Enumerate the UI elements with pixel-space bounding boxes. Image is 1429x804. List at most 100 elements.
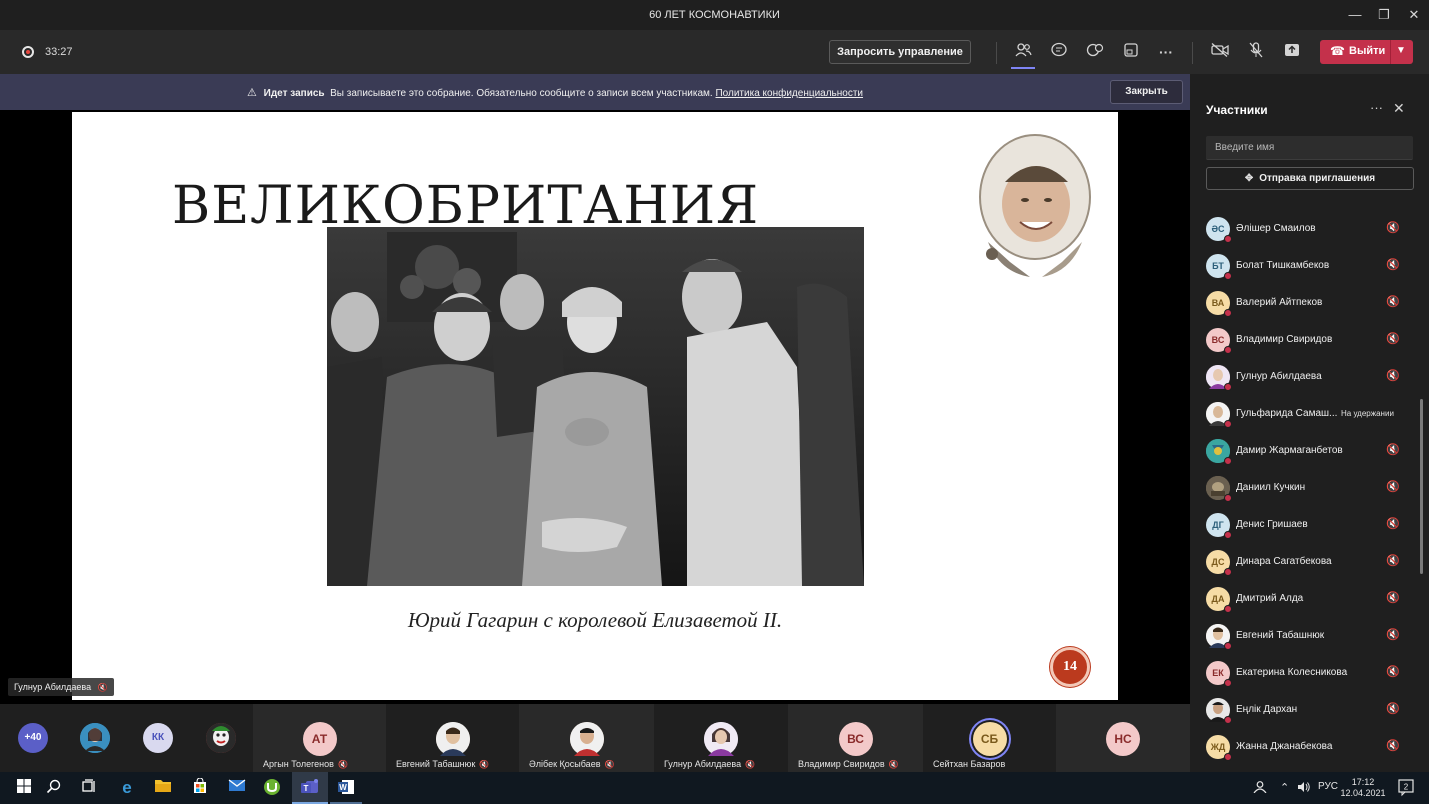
participant-row[interactable]: ВС Владимир Свиридов 🔇	[1190, 322, 1429, 359]
file-explorer-icon[interactable]	[153, 778, 173, 798]
presentation-slide: ВЕЛИКОБРИТАНИЯ Юрий Гагарин с королевой …	[72, 112, 1118, 700]
recording-message: ⚠ Идет запись Вы записываете это собрани…	[0, 86, 1110, 99]
mic-off-icon: 🔇	[1386, 666, 1400, 678]
recording-icon	[22, 46, 34, 58]
mic-off-icon: 🔇	[1386, 444, 1400, 456]
participant-name: Владимир Свиридов 🔇	[798, 759, 899, 769]
participant-row[interactable]: ЖД Жанна Джанабекова 🔇	[1190, 729, 1429, 766]
participant-row[interactable]: ВА Валерий Айтпеков 🔇	[1190, 285, 1429, 322]
clock-time: 17:12	[1351, 777, 1375, 787]
show-hidden-icons[interactable]: ⌃	[1280, 781, 1289, 794]
participant-row[interactable]: Дамир Жармаганбетов 🔇	[1190, 433, 1429, 470]
word-icon[interactable]: W	[336, 778, 356, 798]
recording-title: Идет запись	[263, 88, 325, 99]
system-clock[interactable]: 17:12 12.04.2021	[1338, 777, 1388, 799]
participant-row[interactable]: Даниил Кучкин 🔇	[1190, 470, 1429, 507]
title-bar: 60 ЛЕТ КОСМОНАВТИКИ — ❐ ✕	[0, 0, 1429, 30]
share-icon[interactable]	[1282, 42, 1302, 62]
participant-tile[interactable]: Гулнур Абилдаева 🔇	[654, 704, 788, 772]
participant-row[interactable]: ЕК Екатерина Колесникова 🔇	[1190, 655, 1429, 692]
participant-name: Евгений Табашнюк 🔇	[396, 759, 490, 769]
teams-icon[interactable]: T	[300, 778, 320, 798]
participant-tile[interactable]: Евгений Табашнюк 🔇	[386, 704, 519, 772]
privacy-policy-link[interactable]: Политика конфиденциальности	[715, 88, 863, 99]
mic-off-icon[interactable]	[1246, 42, 1266, 62]
participant-name: Дамир Жармаганбетов	[1236, 445, 1343, 456]
participant-avatar: НС	[1106, 722, 1140, 756]
volume-icon[interactable]	[1297, 781, 1311, 796]
participant-tile-speaking[interactable]: СБ Сейтхан Базаров	[923, 704, 1056, 772]
participant-row[interactable]: ДГ Денис Гришаев 🔇	[1190, 507, 1429, 544]
language-indicator[interactable]: РУС	[1318, 781, 1338, 792]
overflow-participants-count[interactable]: +40	[18, 723, 48, 753]
slide-page-number: 14	[1050, 647, 1090, 687]
participant-tile[interactable]: НС	[1056, 704, 1190, 772]
people-icon[interactable]	[1013, 42, 1033, 62]
chevron-down-icon[interactable]: ▼	[1396, 45, 1406, 56]
camera-off-icon[interactable]	[1210, 42, 1230, 62]
windows-start-icon[interactable]	[14, 778, 34, 798]
participant-avatar: ВС	[838, 722, 873, 756]
participant-row[interactable]: Еңлік Дархан 🔇	[1190, 692, 1429, 729]
send-invite-button[interactable]: ✥ Отправка приглашения	[1206, 167, 1414, 190]
participant-row[interactable]: ДС Динара Сагатбекова 🔇	[1190, 544, 1429, 581]
close-banner-button[interactable]: Закрыть	[1110, 80, 1183, 104]
mic-off-icon: 🔇	[1386, 703, 1400, 715]
panel-title: Участники	[1206, 103, 1268, 117]
recording-banner: ⚠ Идет запись Вы записываете это собрани…	[0, 74, 1190, 110]
mic-off-icon: 🔇	[1386, 518, 1400, 530]
participant-row[interactable]: Гулнур Абилдаева 🔇	[1190, 359, 1429, 396]
mic-off-icon: 🔇	[1386, 259, 1400, 271]
participant-list-scrollbar[interactable]	[1420, 399, 1423, 574]
toolbar-divider	[1192, 42, 1193, 64]
search-icon[interactable]	[44, 778, 64, 798]
participant-row[interactable]: БТ Болат Тишкамбеков 🔇	[1190, 248, 1429, 285]
participant-tile[interactable]: ВС Владимир Свиридов 🔇	[788, 704, 923, 772]
more-icon[interactable]: ···	[1156, 42, 1176, 62]
presenter-name: Гулнур Абилдаева	[14, 682, 92, 692]
more-options-icon[interactable]: ···	[1370, 100, 1383, 115]
participants-panel: Участники ··· ✕ ✥ Отправка приглашения ӘС…	[1190, 74, 1429, 772]
participant-name: Динара Сагатбекова	[1236, 556, 1332, 567]
participant-avatar: ЖД	[1206, 735, 1232, 761]
mail-icon[interactable]	[227, 778, 247, 798]
presenter-name-tag: Гулнур Абилдаева 🔇	[8, 678, 114, 696]
participant-row[interactable]: ӘС Әлішер Смаилов 🔇	[1190, 211, 1429, 248]
maximize-icon[interactable]: ❐	[1374, 5, 1394, 25]
participant-avatar: ДА	[1206, 587, 1232, 613]
participant-name: Дмитрий Алда	[1236, 593, 1304, 604]
leave-split-divider	[1390, 40, 1391, 64]
store-icon[interactable]	[190, 777, 210, 798]
user-icon[interactable]	[1253, 781, 1267, 796]
invite-label: Отправка приглашения	[1259, 173, 1376, 184]
participant-row[interactable]: Евгений Табашнюк 🔇	[1190, 618, 1429, 655]
participant-avatar[interactable]	[206, 723, 236, 753]
participant-avatar[interactable]	[80, 723, 110, 753]
participant-avatar-kk[interactable]: КК	[143, 723, 173, 753]
participant-strip: +40 КК АТ Аргын Толегенов 🔇 Евгений Табаш…	[0, 704, 1190, 772]
utorrent-icon[interactable]	[262, 778, 282, 798]
participant-row[interactable]: Гульфарида Самаш... На удержании	[1190, 396, 1429, 433]
mic-off-icon: 🔇	[1386, 370, 1400, 382]
request-control-button[interactable]: Запросить управление	[829, 40, 971, 64]
mic-off-icon: 🔇	[1386, 740, 1400, 752]
close-icon[interactable]: ✕	[1393, 100, 1405, 117]
notifications-icon[interactable]: 2	[1397, 777, 1415, 800]
mic-off-icon: 🔇	[1386, 333, 1400, 345]
participant-name: Валерий Айтпеков	[1236, 297, 1323, 308]
reactions-icon[interactable]	[1085, 42, 1105, 62]
chat-icon[interactable]	[1049, 42, 1069, 62]
task-view-icon[interactable]	[79, 778, 99, 798]
participant-photo	[1206, 439, 1232, 465]
mic-off-icon: 🔇	[1386, 222, 1400, 234]
close-icon[interactable]: ✕	[1404, 5, 1424, 25]
minimize-icon[interactable]: —	[1345, 5, 1365, 25]
participant-tile[interactable]: Әлібек Қосыбаев 🔇	[519, 704, 654, 772]
leave-button[interactable]: ☎ Выйти ▼	[1320, 40, 1413, 64]
rooms-icon[interactable]	[1121, 42, 1141, 62]
edge-icon[interactable]: e	[117, 778, 137, 798]
participant-row[interactable]: ДА Дмитрий Алда 🔇	[1190, 581, 1429, 618]
mic-off-icon: 🔇	[604, 760, 615, 769]
participant-search-input[interactable]	[1206, 136, 1413, 160]
participant-tile[interactable]: АТ Аргын Толегенов 🔇	[253, 704, 386, 772]
